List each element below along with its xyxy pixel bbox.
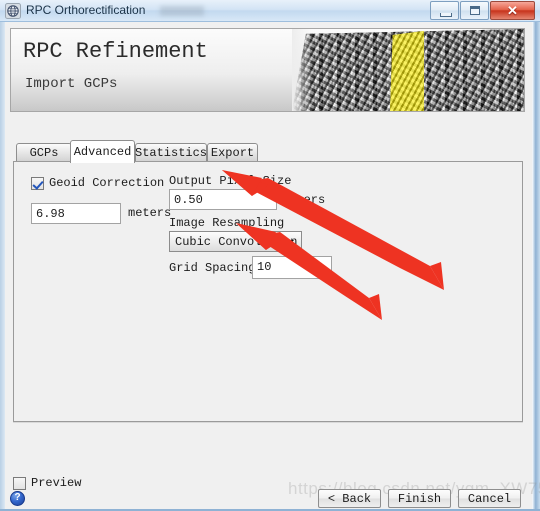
client-area: RPC Refinement Import GCPs GCPs Advanced… bbox=[5, 22, 532, 509]
tab-gcps-label: GCPs bbox=[29, 145, 59, 160]
grid-spacing-label: Grid Spacing bbox=[169, 261, 256, 275]
cancel-button[interactable]: Cancel bbox=[458, 489, 521, 508]
cancel-button-label: Cancel bbox=[467, 491, 512, 506]
tab-export-label: Export bbox=[210, 145, 255, 160]
back-button-label: < Back bbox=[327, 491, 372, 506]
tab-gcps[interactable]: GCPs bbox=[16, 143, 72, 161]
preview-row[interactable]: Preview bbox=[13, 476, 81, 490]
finish-button-label: Finish bbox=[397, 491, 442, 506]
geoid-correction-row[interactable]: Geoid Correction bbox=[31, 176, 164, 190]
advanced-tab-panel: Geoid Correction 6.98 meters Output Pixe… bbox=[13, 161, 523, 422]
chevron-down-icon bbox=[284, 239, 294, 246]
minimize-button[interactable] bbox=[430, 1, 459, 20]
banner-satellite-image bbox=[292, 29, 524, 111]
geoid-correction-label: Geoid Correction bbox=[49, 176, 165, 190]
back-button[interactable]: < Back bbox=[318, 489, 381, 508]
tab-strip: GCPs Advanced Statistics Export bbox=[13, 140, 523, 163]
window-frame-right bbox=[532, 0, 540, 511]
output-pixel-size-field[interactable]: 0.50 bbox=[169, 189, 277, 210]
window-controls: ✕ bbox=[430, 1, 535, 20]
close-button[interactable]: ✕ bbox=[490, 1, 535, 20]
geoid-correction-value-field[interactable]: 6.98 bbox=[31, 203, 121, 224]
wizard-button-row: < Back Finish Cancel bbox=[318, 489, 521, 508]
rpc-orthorectification-window: RPC Orthorectification ✕ RPC Refinement … bbox=[0, 0, 540, 511]
geoid-correction-checkbox[interactable] bbox=[31, 176, 44, 190]
image-resampling-label: Image Resampling bbox=[169, 216, 285, 230]
preview-label: Preview bbox=[31, 476, 82, 490]
maximize-button[interactable] bbox=[460, 1, 489, 20]
maximize-icon bbox=[470, 6, 480, 15]
image-resampling-value: Cubic Convolution bbox=[175, 235, 298, 249]
help-icon[interactable]: ? bbox=[10, 491, 25, 506]
help-icon-glyph: ? bbox=[14, 492, 21, 503]
geoid-correction-units-label: meters bbox=[128, 206, 172, 220]
tab-export[interactable]: Export bbox=[207, 143, 258, 161]
tab-statistics[interactable]: Statistics bbox=[135, 143, 207, 161]
image-resampling-dropdown[interactable]: Cubic Convolution bbox=[169, 231, 302, 252]
preview-checkbox[interactable] bbox=[13, 476, 26, 490]
globe-icon bbox=[5, 3, 21, 19]
grid-spacing-field[interactable]: 10 bbox=[252, 256, 332, 279]
output-pixel-size-label: Output Pixel Size bbox=[169, 174, 292, 188]
tab-statistics-label: Statistics bbox=[135, 145, 208, 160]
finish-button[interactable]: Finish bbox=[388, 489, 451, 508]
wizard-banner: RPC Refinement Import GCPs bbox=[10, 28, 525, 112]
window-title: RPC Orthorectification bbox=[26, 3, 146, 17]
close-icon: ✕ bbox=[507, 2, 518, 18]
output-pixel-size-units-label: meters bbox=[282, 193, 326, 207]
title-blurred-text bbox=[160, 6, 204, 16]
tab-advanced-label: Advanced bbox=[73, 145, 132, 159]
banner-title: RPC Refinement bbox=[23, 39, 208, 64]
minimize-icon bbox=[440, 13, 452, 17]
title-bar[interactable]: RPC Orthorectification ✕ bbox=[0, 0, 540, 22]
banner-subtitle: Import GCPs bbox=[25, 76, 118, 92]
tab-advanced[interactable]: Advanced bbox=[70, 140, 135, 163]
panel-divider bbox=[13, 422, 523, 423]
